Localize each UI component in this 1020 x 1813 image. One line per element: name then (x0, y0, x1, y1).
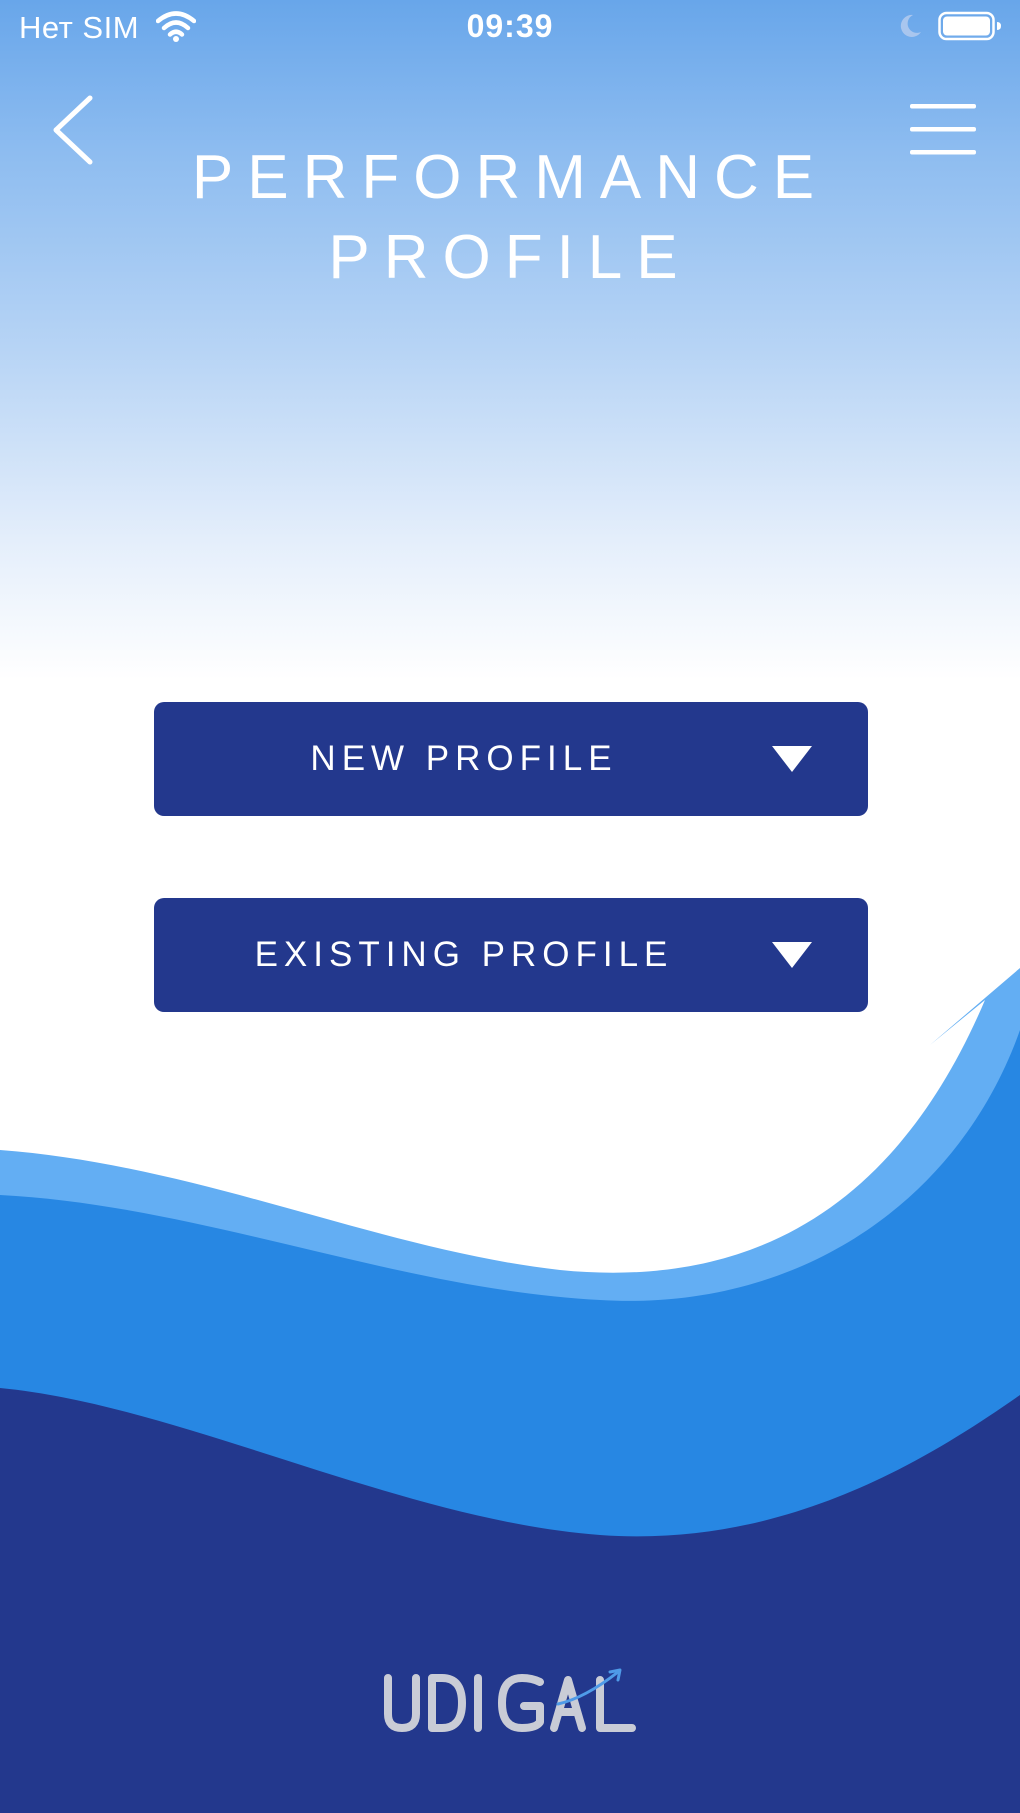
caret-down-icon (772, 746, 812, 772)
caret-down-icon (772, 942, 812, 968)
existing-profile-button[interactable]: EXISTING PROFILE (154, 898, 868, 1012)
new-profile-label: NEW PROFILE (310, 739, 618, 778)
new-profile-button[interactable]: NEW PROFILE (154, 702, 868, 816)
udi-gal-logo (384, 1668, 636, 1732)
existing-profile-label: EXISTING PROFILE (254, 935, 674, 974)
